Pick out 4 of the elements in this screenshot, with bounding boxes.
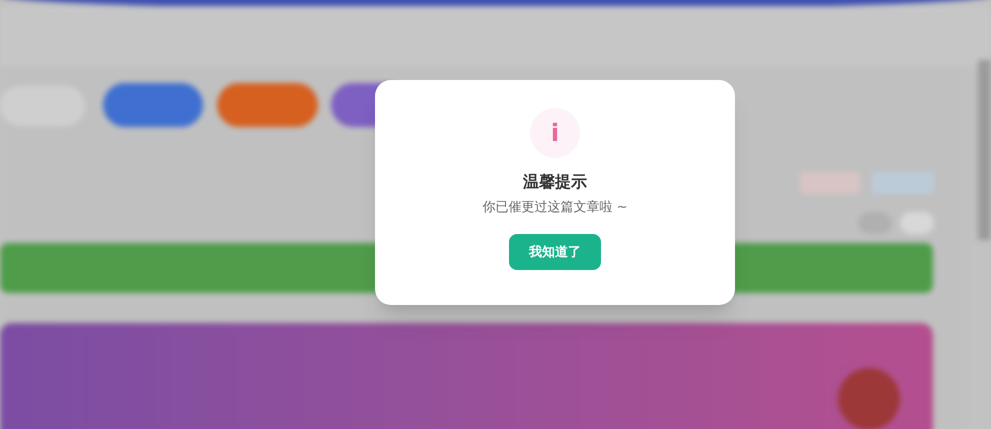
dialog-title: 温馨提示 (523, 172, 587, 192)
info-icon: i (530, 108, 580, 158)
dialog-message: 你已催更过这篇文章啦 ~ (482, 200, 628, 216)
confirm-button[interactable]: 我知道了 (509, 234, 601, 270)
